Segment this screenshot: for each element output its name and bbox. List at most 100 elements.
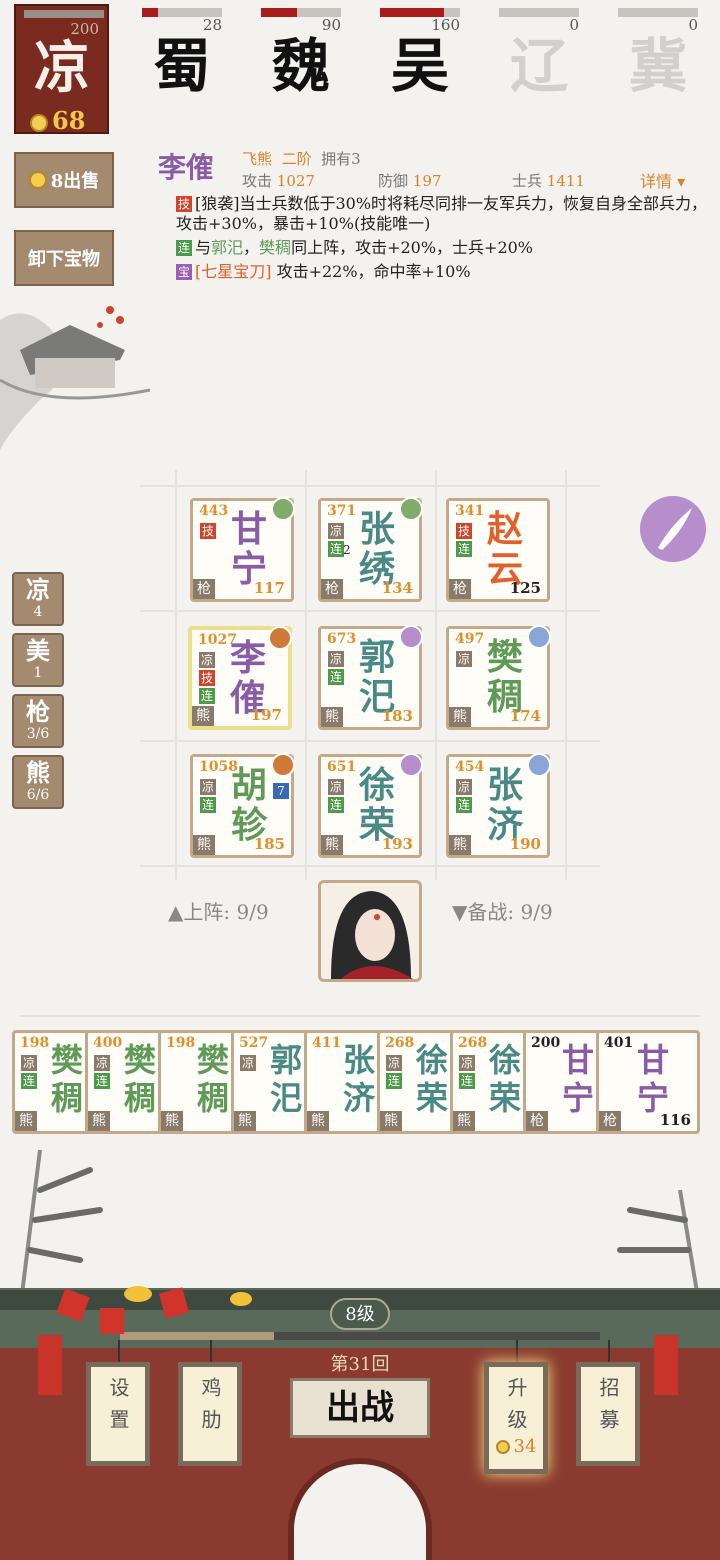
deployed-count: ▲上阵: 9/9 — [168, 900, 269, 924]
treasure-desc: 宝 [七星宝刀] 攻击+22%，命中率+10% — [176, 262, 471, 281]
faction-bar — [618, 8, 698, 17]
faction-name: 冀 — [628, 32, 687, 100]
faction-liao[interactable]: 0 辽 — [499, 4, 579, 104]
firecracker-icon — [654, 1335, 678, 1395]
purple-treasure-icon — [399, 625, 423, 649]
hero-card-name: 郭汜 — [358, 636, 395, 718]
filter-mei[interactable]: 美1 — [12, 633, 64, 687]
bench-card-name: 樊稠 — [50, 1041, 83, 1117]
unequip-treasure-button[interactable]: 卸下宝物 — [14, 230, 114, 286]
sell-label: 8出售 — [50, 171, 100, 192]
sell-button[interactable]: 8出售 — [14, 152, 114, 208]
blue-treasure-icon — [527, 753, 551, 777]
bench-card[interactable]: 401 甘宁 116 枪 — [596, 1030, 700, 1134]
coin-icon — [495, 1440, 510, 1454]
faction-wu[interactable]: 160 吴 — [380, 4, 460, 104]
faction-shu[interactable]: 28 蜀 — [142, 4, 222, 104]
current-faction-card[interactable]: 200 凉 68 — [14, 4, 109, 135]
faction-name: 辽 — [509, 32, 568, 100]
grid-line — [435, 470, 437, 880]
hero-card[interactable]: 341 赵云 技 连 125 枪 — [446, 498, 550, 602]
hero-card[interactable]: 371 张绣 凉 连 2 134 枪 — [318, 497, 423, 602]
filter-spear[interactable]: 枪 3/6 — [12, 694, 64, 748]
upgrade-button[interactable]: 升级 34 — [484, 1362, 548, 1474]
hero-card[interactable]: 454 张济 凉 连 190 熊 — [446, 753, 551, 858]
battle-button[interactable]: 出战 — [290, 1378, 430, 1438]
hero-troops: 士兵 1411 — [512, 172, 585, 190]
hero-card-name: 张绣 — [358, 508, 395, 590]
skill-feather-button[interactable] — [640, 496, 706, 562]
coin-icon — [28, 171, 47, 189]
grid-line — [140, 610, 600, 612]
level-progress-bar — [120, 1332, 600, 1340]
hero-card-name: 徐荣 — [358, 764, 395, 846]
hero-card[interactable]: 443 甘宁 技 117 枪 — [190, 497, 295, 602]
filter-liang[interactable]: 凉4 — [12, 572, 64, 626]
faction-bar — [499, 8, 579, 17]
recruit-label: 招募 — [596, 1377, 620, 1441]
bench-card-name: 张济 — [342, 1041, 375, 1117]
lantern-string — [608, 1340, 610, 1364]
green-treasure-icon — [271, 497, 295, 521]
bench-card-name: 甘宁 — [636, 1041, 669, 1117]
hero-card-name: 赵云 — [486, 508, 523, 590]
hero-name: 李傕 — [158, 151, 215, 184]
hero-meta: 飞熊 二阶 拥有3 — [242, 150, 361, 168]
skill-desc: 技 [狼袭]当士兵数低于30%时将耗尽同排一友军兵力，恢复自身全部兵力，攻击+30… — [176, 194, 716, 234]
lantern-string — [210, 1340, 212, 1364]
settings-button[interactable]: 设置 — [86, 1362, 150, 1466]
lantern-string — [516, 1340, 518, 1364]
upgrade-label: 升级 — [504, 1377, 528, 1441]
feather-icon — [658, 508, 692, 550]
hero-attack: 攻击 1027 — [242, 172, 315, 190]
faction-name: 吴 — [390, 32, 449, 100]
lantern-string — [118, 1340, 120, 1364]
bamboo-left — [18, 1150, 103, 1310]
faction-ji[interactable]: 0 冀 — [618, 4, 698, 104]
detail-button[interactable]: 详情 ▾ — [640, 168, 685, 192]
unequip-label: 卸下宝物 — [28, 249, 100, 270]
grid-line — [565, 470, 567, 880]
advisor-portrait[interactable] — [318, 880, 422, 982]
gold-ingot-icon — [124, 1286, 152, 1302]
bench-card-name: 甘宁 — [561, 1041, 594, 1117]
link-tag: 连 — [176, 240, 192, 256]
faction-wei[interactable]: 90 魏 — [261, 4, 341, 104]
advisor-avatar — [331, 891, 413, 979]
settings-label: 设置 — [106, 1377, 130, 1441]
recruit-button[interactable]: 招募 — [576, 1362, 640, 1466]
reserve-count: ▼备战: 9/9 — [452, 900, 553, 924]
hero-card[interactable]: 497 樊稠 凉 174 熊 — [446, 625, 551, 730]
gold-ingot-icon — [230, 1292, 252, 1306]
skill-text: [狼袭]当士兵数低于30%时将耗尽同排一友军兵力，恢复自身全部兵力，攻击+30%… — [176, 194, 708, 233]
hero-card-name: 樊稠 — [486, 636, 523, 718]
filter-bear[interactable]: 熊 6/6 — [12, 755, 64, 809]
chicken-rib-button[interactable]: 鸡肋 — [178, 1362, 242, 1466]
chevron-down-icon: ▾ — [677, 172, 686, 191]
chicken-rib-label: 鸡肋 — [198, 1377, 222, 1441]
faction-cap — [24, 10, 104, 18]
hero-card[interactable]: 651 徐荣 凉 连 193 熊 — [318, 753, 423, 858]
skill-tag: 技 — [176, 196, 192, 212]
fu-ornament — [100, 1308, 124, 1334]
hero-card[interactable]: 673 郭汜 凉 连 183 熊 — [318, 625, 423, 730]
bench-line — [20, 1015, 700, 1017]
firecracker-icon — [38, 1335, 62, 1395]
grid-line — [175, 470, 177, 880]
bench-card-name: 徐荣 — [488, 1041, 521, 1117]
orange-treasure-icon — [268, 626, 292, 650]
landscape-painting — [0, 306, 151, 450]
purple-treasure-icon — [399, 753, 423, 777]
hero-card[interactable]: 1058 胡轸 凉 连 7 185 熊 — [190, 753, 295, 858]
hero-card-name: 张济 — [486, 764, 523, 846]
treasure-tag: 宝 — [176, 264, 192, 280]
faction-name: 蜀 — [152, 32, 211, 100]
hero-card-name: 胡轸 — [230, 764, 267, 846]
coin-counter: 68 — [30, 106, 85, 135]
bench-card-name: 樊稠 — [123, 1041, 156, 1117]
grid-line — [140, 740, 600, 742]
upgrade-cost: 34 — [489, 1437, 543, 1457]
grid-line — [140, 485, 600, 487]
bench-card-name: 郭汜 — [269, 1041, 302, 1117]
hero-card-selected[interactable]: 1027 李傕 凉 技 连 197 熊 — [188, 626, 292, 730]
